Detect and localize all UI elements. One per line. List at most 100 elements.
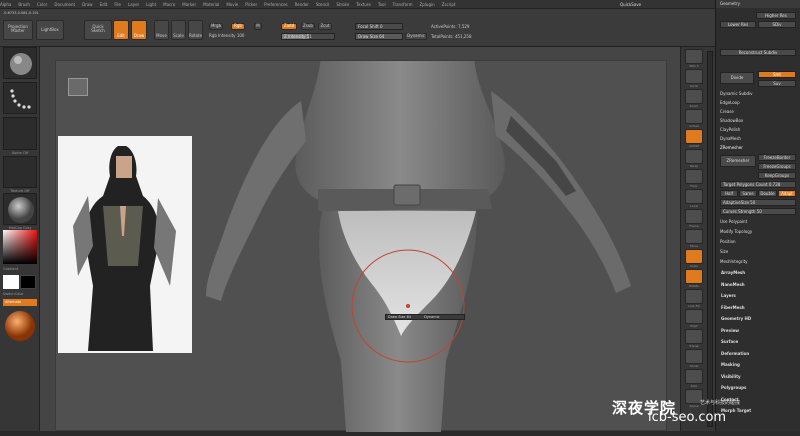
zremesher-menu[interactable]: ZRemesher [720,145,743,150]
lightbox-button[interactable]: LightBox [36,20,64,40]
menu-item[interactable]: Movie [226,2,238,7]
shelf-button-rotate[interactable] [685,269,703,284]
menu-item[interactable]: Picker [245,2,257,7]
menu-item[interactable]: Material [203,2,219,7]
shelf-button-scroll[interactable] [685,69,703,84]
double-button[interactable]: Double [758,190,777,197]
shelf-button-transp[interactable] [685,329,703,344]
menu-item[interactable]: Edit [100,2,108,7]
menu-item[interactable]: Alpha [0,2,11,7]
panel-header[interactable]: Geometry [716,0,800,8]
rotate-mode-button[interactable]: Rotate [188,20,203,40]
orange-material-sphere[interactable] [3,309,37,343]
quicksave-button[interactable]: QuickSave [620,0,641,8]
shelf-button-ghost[interactable] [685,349,703,364]
reference-thumbnail[interactable] [68,78,88,96]
texture-slot[interactable] [3,156,37,188]
sdiv-slider[interactable]: SDiv [758,21,796,28]
draw-mode-button[interactable]: Draw [131,20,147,40]
subpalette-fibermesh[interactable]: FiberMesh [721,305,745,310]
zremesher-button[interactable]: ZRemesher [720,155,756,167]
shelf-button-line-fill[interactable] [685,289,703,304]
shelf-button-scale[interactable] [685,249,703,264]
subpalette-polygroups[interactable]: Polygroups [721,385,746,390]
edge-loop-menu[interactable]: EdgeLoop [720,100,740,105]
edit-mode-button[interactable]: Edit [113,20,129,40]
menu-item[interactable]: Zplugin [420,2,435,7]
freeze-border-toggle[interactable]: FreezeBorder [758,154,796,161]
menu-item[interactable]: Zscript [442,2,456,7]
mesh-integrity-menu[interactable]: MeshIntegrity [720,259,748,264]
draw-size-slider[interactable]: Draw Size 64 [355,33,403,40]
menu-item[interactable]: Light [146,2,156,7]
divide-button[interactable]: Divide [720,72,754,84]
smt-toggle[interactable]: Smt [758,71,796,78]
shelf-button-persp[interactable] [685,149,703,164]
color-picker[interactable] [3,230,37,264]
z-intensity-slider[interactable]: Z Intensity 51 [281,33,335,40]
menu-item[interactable]: Preferences [264,2,288,7]
shelf-button-local[interactable] [685,189,703,204]
zadd-button[interactable]: Zadd [281,23,297,30]
secondary-color-swatch[interactable] [20,275,36,289]
quick-sketch-button[interactable]: Quick Sketch [84,20,112,40]
dynamic-button[interactable]: Dynamic [405,33,427,40]
subpalette-nanomesh[interactable]: NanoMesh [721,282,745,287]
zsub-button[interactable]: Zsub [301,23,315,30]
material-slot[interactable] [3,193,37,225]
zcut-button[interactable]: Zcut [318,23,332,30]
focal-shift-slider[interactable]: Focal Shift 0 [355,23,403,30]
keep-groups-toggle[interactable]: KeepGroups [758,172,796,179]
lower-res-button[interactable]: Lower Res [720,21,756,28]
menu-item[interactable]: Color [37,2,47,7]
dynamic-subdiv-menu[interactable]: Dynamic Subdiv [720,91,753,96]
menu-item[interactable]: Layer [128,2,139,7]
menu-item[interactable]: Stroke [336,2,349,7]
menu-item[interactable]: Brush [18,2,30,7]
subpalette-deformation[interactable]: Deformation [721,351,749,356]
projection-master-button[interactable]: Projection Master [3,20,33,40]
rgb-button[interactable]: Rgb [231,23,245,30]
adapt-button[interactable]: Adapt [778,190,796,197]
alpha-slot[interactable] [3,117,37,150]
shelf-button-zoom[interactable] [685,89,703,104]
main-color-swatch[interactable] [3,275,19,289]
shelf-button-aahalf[interactable] [685,129,703,144]
position-menu[interactable]: Position [720,239,736,244]
freeze-groups-toggle[interactable]: FreezeGroups [758,163,796,170]
move-mode-button[interactable]: Move [154,20,169,40]
curves-strength-slider[interactable]: Curves Strength 50 [720,208,796,215]
subpalette-layers[interactable]: Layers [721,293,736,298]
shelf-button-polyf[interactable] [685,309,703,324]
brush-size-popup[interactable]: Draw Size 64 Dynamic [385,314,465,320]
subpalette-surface[interactable]: Surface [721,339,738,344]
right-shelf-scrollbar[interactable] [707,51,713,427]
mrgb-button[interactable]: Mrgb [209,23,223,30]
alternate-button[interactable]: Alternate [3,299,37,306]
subpalette-geometry-hd[interactable]: Geometry HD [721,316,751,321]
same-button[interactable]: Same [739,190,757,197]
switch-color-label[interactable]: SwitchColor [3,292,37,296]
scale-mode-button[interactable]: Scale [171,20,186,40]
subpalette-visibility[interactable]: Visibility [721,374,741,379]
modify-topology-menu[interactable]: Modify Topology [720,229,752,234]
clay-polish-menu[interactable]: ClayPolish [720,127,740,132]
menu-item[interactable]: Render [295,2,309,7]
suv-toggle[interactable]: Suv [758,80,796,87]
shelf-button-solo[interactable] [685,369,703,384]
shelf-button-spix-3[interactable] [685,49,703,64]
menu-item[interactable]: Texture [356,2,371,7]
shelf-button-move[interactable] [685,229,703,244]
brush-slot[interactable] [3,47,37,79]
menu-item[interactable]: Tool [378,2,386,7]
menu-item[interactable]: Marker [182,2,196,7]
shelf-button-floor[interactable] [685,169,703,184]
shelf-button-frame[interactable] [685,209,703,224]
menu-item[interactable]: Stencil [316,2,330,7]
higher-res-button[interactable]: Higher Res [756,12,796,19]
subpalette-preview[interactable]: Preview [721,328,739,333]
target-polygons-slider[interactable]: Target Polygons Count 0.728 [720,181,796,188]
stroke-slot[interactable] [3,82,37,114]
size-menu[interactable]: Size [720,249,728,254]
shelf-button-actual[interactable] [685,109,703,124]
